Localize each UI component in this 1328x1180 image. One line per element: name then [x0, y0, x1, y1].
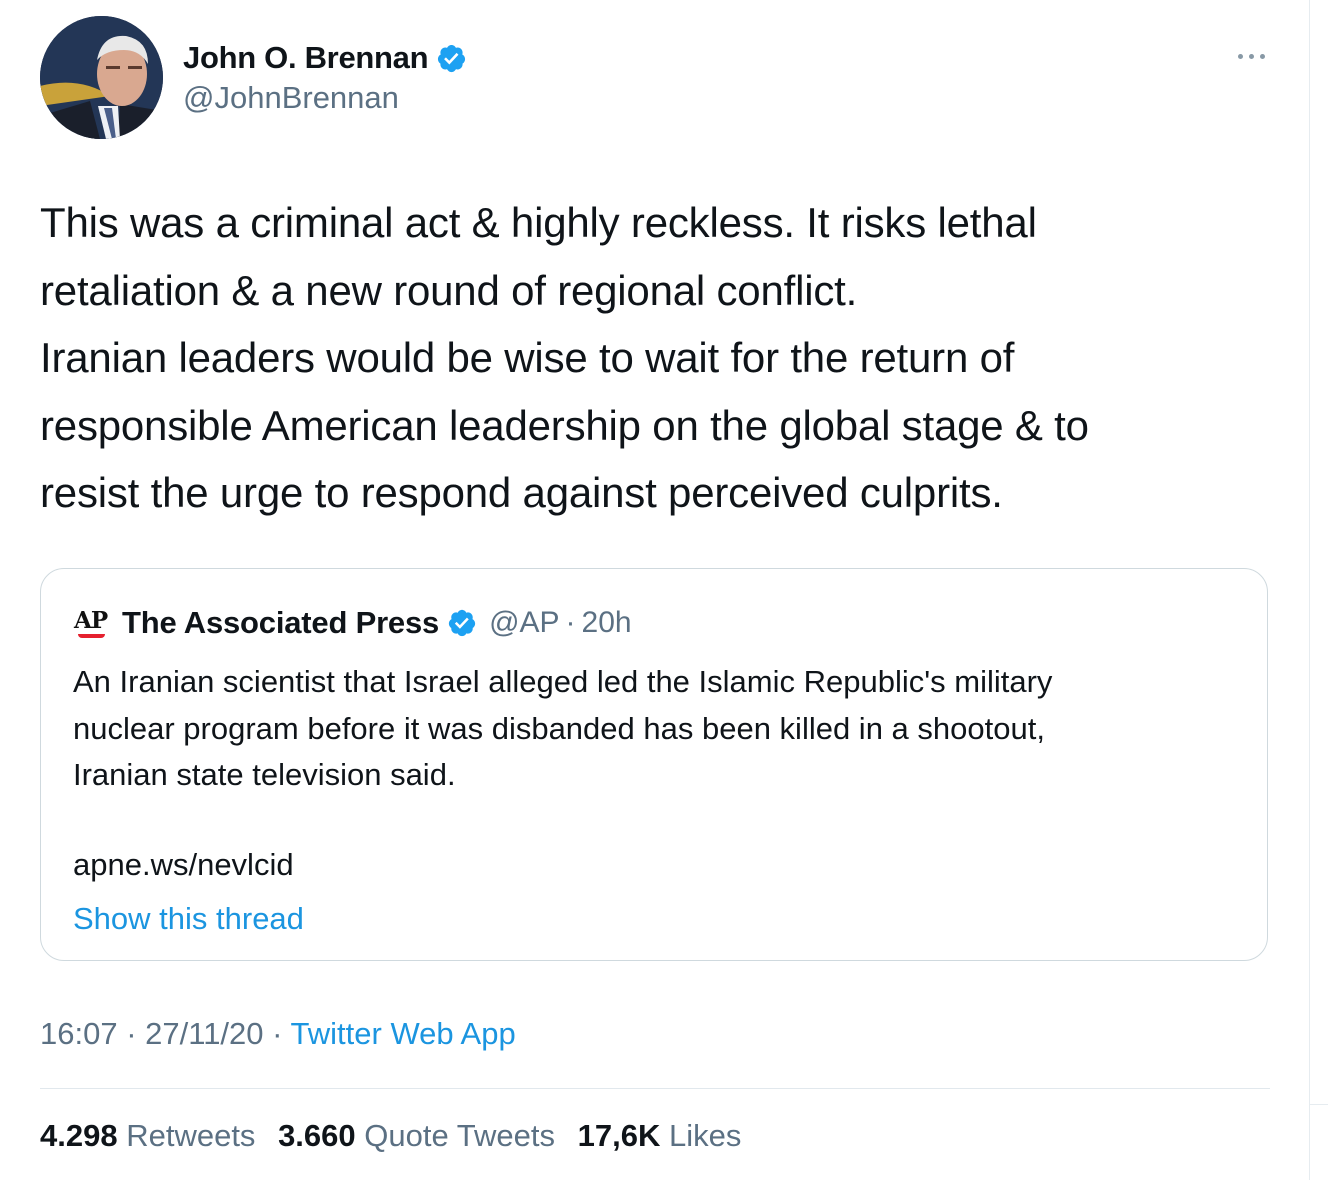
more-options-icon[interactable]: [1237, 48, 1267, 64]
verified-badge-icon: [436, 43, 467, 74]
verified-badge-icon: [447, 608, 477, 638]
quoted-line: nuclear program before it was disbanded …: [73, 710, 1045, 746]
tweet-line: resist the urge to respond against perce…: [40, 469, 1003, 516]
quote-tweets-label: Quote Tweets: [364, 1118, 555, 1153]
quoted-tweet-age[interactable]: 20h: [582, 606, 632, 640]
tweet-line: This was a criminal act & highly reckles…: [40, 199, 1037, 246]
quoted-line: Iranian state television said.: [73, 757, 456, 792]
likes-count: 17,6K: [577, 1118, 661, 1153]
show-thread-link[interactable]: Show this thread: [73, 901, 304, 937]
quoted-tweet-header: AP The Associated Press @AP · 20h: [74, 603, 632, 643]
avatar-image: [40, 16, 163, 139]
divider: [40, 1088, 1270, 1089]
tweet-line: Iranian leaders would be wise to wait fo…: [40, 334, 1015, 381]
tweet-source-link[interactable]: Twitter Web App: [291, 1016, 516, 1051]
quote-tweets-stat[interactable]: 3.660 Quote Tweets: [278, 1118, 555, 1154]
retweets-count: 4.298: [40, 1118, 118, 1153]
retweets-label: Retweets: [126, 1118, 256, 1153]
tweet-text: This was a criminal act & highly reckles…: [40, 189, 1290, 527]
ap-logo-icon: AP: [74, 604, 112, 642]
meta-separator: ·: [565, 606, 576, 639]
quote-tweets-count: 3.660: [278, 1118, 356, 1153]
tweet-time[interactable]: 16:07: [40, 1016, 118, 1051]
likes-label: Likes: [668, 1118, 742, 1153]
tweet-line: retaliation & a new round of regional co…: [40, 266, 858, 314]
tweet-timestamp: 16:07 · 27/11/20 · Twitter Web App: [40, 1016, 516, 1052]
page-edge-line: [1309, 0, 1310, 1180]
engagement-stats: 4.298 Retweets 3.660 Quote Tweets 17,6K …: [40, 1118, 755, 1154]
meta-separator: ·: [272, 1016, 283, 1051]
author-avatar[interactable]: [40, 16, 163, 139]
retweets-stat[interactable]: 4.298 Retweets: [40, 1118, 255, 1154]
tweet-line: responsible American leadership on the g…: [40, 401, 1089, 449]
author-handle[interactable]: @JohnBrennan: [183, 80, 399, 116]
quoted-author-name[interactable]: The Associated Press: [122, 605, 439, 641]
page-edge-tick: [1310, 1104, 1328, 1105]
tweet-date[interactable]: 27/11/20: [145, 1016, 263, 1051]
quoted-tweet-link[interactable]: apne.ws/nevlcid: [73, 847, 294, 883]
meta-separator: ·: [126, 1016, 137, 1051]
quoted-author-handle[interactable]: @AP: [489, 606, 559, 640]
quoted-tweet-text: An Iranian scientist that Israel alleged…: [73, 659, 1253, 799]
quoted-line: An Iranian scientist that Israel alleged…: [73, 664, 1053, 699]
author-display-name[interactable]: John O. Brennan: [183, 40, 429, 76]
author-name-row[interactable]: John O. Brennan: [183, 38, 467, 78]
likes-stat[interactable]: 17,6K Likes: [578, 1118, 742, 1154]
quoted-tweet-card[interactable]: AP The Associated Press @AP · 20h An Ira…: [40, 568, 1268, 961]
